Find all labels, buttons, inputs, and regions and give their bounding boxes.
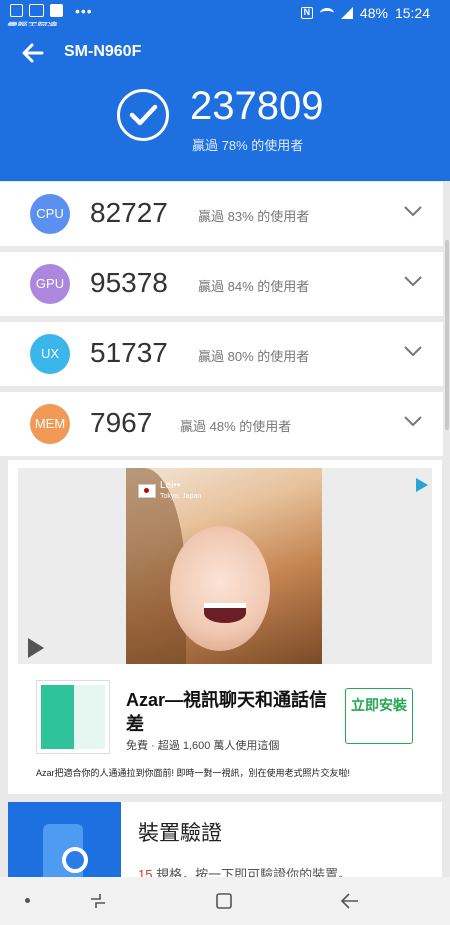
chevron-down-icon[interactable] — [403, 414, 423, 428]
score-row-mem[interactable]: MEM 7967 贏過 48% 的使用者 — [0, 392, 443, 456]
facebook-icon — [50, 4, 63, 17]
checkmark-icon — [117, 89, 169, 141]
verify-subtitle: 15 規格，按一下即可驗證你的裝置。 — [138, 864, 351, 877]
gpu-rank: 贏過 84% 的使用者 — [198, 279, 310, 294]
cpu-badge: CPU — [30, 194, 70, 234]
gpu-score: 95378 — [90, 267, 168, 298]
icon-right-panel — [74, 685, 105, 749]
home-icon[interactable] — [214, 891, 234, 911]
ad-photo: Lei•• Tokyo, Japan — [126, 468, 322, 664]
ux-rank: 贏過 80% 的使用者 — [198, 349, 310, 364]
navigation-bar — [0, 877, 450, 925]
ad-subtitle: 免費 · 超過 1,600 萬人使用這個 — [126, 740, 280, 752]
verify-title: 裝置驗證 — [138, 822, 222, 845]
recent-apps-icon[interactable] — [88, 891, 108, 911]
back-nav-icon[interactable] — [340, 891, 360, 911]
chevron-down-icon[interactable] — [403, 344, 423, 358]
gallery-icon — [10, 4, 23, 17]
more-notifications-icon: ••• — [75, 2, 93, 19]
ad-overlay-location: Tokyo, Japan — [160, 493, 202, 500]
mem-badge: MEM — [30, 404, 70, 444]
total-score: 237809 — [190, 84, 324, 128]
verify-illustration — [8, 802, 121, 877]
chevron-down-icon[interactable] — [403, 274, 423, 288]
system-status: N 48% 15:24 — [300, 5, 430, 21]
clock: 15:24 — [394, 5, 430, 21]
wifi-icon — [319, 8, 334, 18]
scrollbar[interactable] — [445, 240, 449, 430]
install-button[interactable]: 立即安裝 — [345, 688, 413, 744]
gpu-badge: GPU — [30, 264, 70, 304]
cpu-rank: 贏過 83% 的使用者 — [198, 209, 310, 224]
adchoices-icon[interactable] — [416, 478, 428, 492]
ad-overlay-name: Lei•• — [160, 480, 181, 491]
mouth-shape — [204, 603, 246, 623]
azar-app-icon[interactable] — [36, 680, 110, 754]
cpu-score: 82727 — [90, 197, 168, 228]
ad-card[interactable]: Lei•• Tokyo, Japan Azar—視訊聊天和通話信差 免費 · 超… — [8, 460, 442, 794]
back-arrow-icon[interactable] — [20, 40, 46, 66]
battery-level: 48% — [359, 5, 388, 21]
play-icon[interactable] — [28, 638, 44, 658]
score-row-ux[interactable]: UX 51737 贏過 80% 的使用者 — [0, 322, 443, 386]
mem-score: 7967 — [90, 407, 153, 438]
ux-score: 51737 — [90, 337, 168, 368]
ad-description: Azar把適合你的人通通拉到你面前! 即時一對一視訊，別在使用老式照片交友啦! — [36, 768, 351, 778]
device-model: SM-N960F — [64, 43, 142, 60]
verify-subtitle-text: 規格，按一下即可驗證你的裝置。 — [152, 867, 352, 877]
signal-icon — [340, 7, 353, 19]
ad-video[interactable]: Lei•• Tokyo, Japan — [18, 468, 432, 664]
mail-icon — [29, 4, 44, 17]
score-row-gpu[interactable]: GPU 95378 贏過 84% 的使用者 — [0, 252, 443, 316]
mem-rank: 贏過 48% 的使用者 — [180, 419, 292, 434]
icon-left-panel — [41, 685, 74, 749]
ad-title[interactable]: Azar—視訊聊天和通話信差 — [126, 688, 336, 736]
score-row-cpu[interactable]: CPU 82727 贏過 83% 的使用者 — [0, 182, 443, 246]
japan-flag-icon — [138, 484, 156, 498]
face-shape — [170, 526, 270, 651]
result-header: SM-N960F 237809 贏過 78% 的使用者 — [0, 26, 450, 181]
total-rank: 贏過 78% 的使用者 — [192, 138, 304, 153]
magnifier-icon — [62, 847, 88, 873]
nav-dot-icon[interactable] — [25, 898, 30, 903]
notification-icons: ••• — [10, 2, 93, 19]
verify-count: 15 — [138, 867, 153, 877]
chevron-down-icon[interactable] — [403, 204, 423, 218]
nfc-icon: N — [300, 7, 313, 19]
ux-badge: UX — [30, 334, 70, 374]
device-verification-card[interactable]: 裝置驗證 15 規格，按一下即可驗證你的裝置。 — [8, 802, 442, 877]
